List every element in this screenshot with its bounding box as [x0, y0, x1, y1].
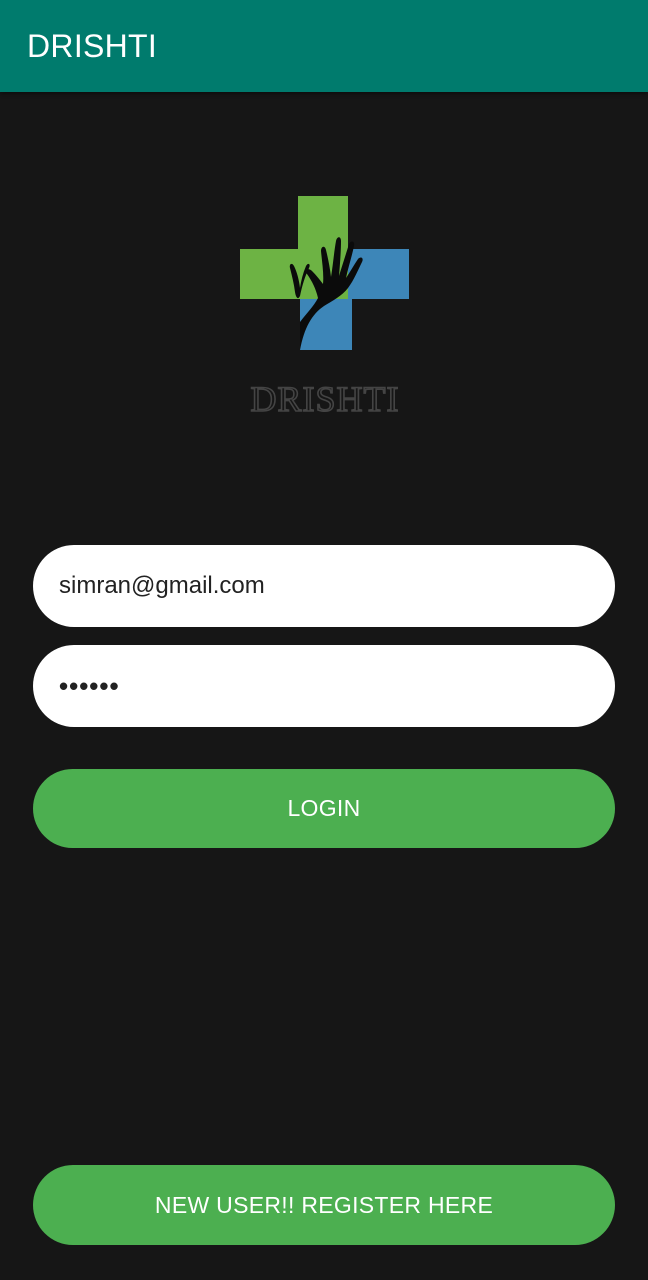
app-title: DRISHTI	[27, 28, 158, 64]
logo-cross-blue-arm	[348, 249, 409, 299]
drishti-logo: DRISHTI	[240, 196, 409, 420]
register-button[interactable]: NEW USER!! REGISTER HERE	[33, 1165, 615, 1245]
logo-wordmark: DRISHTI	[251, 379, 400, 419]
password-input[interactable]	[59, 670, 589, 702]
email-field[interactable]	[33, 545, 615, 627]
app-bar: DRISHTI	[0, 0, 648, 92]
password-field[interactable]	[33, 645, 615, 727]
email-input[interactable]	[59, 572, 589, 600]
login-button[interactable]: LOGIN	[33, 769, 615, 848]
